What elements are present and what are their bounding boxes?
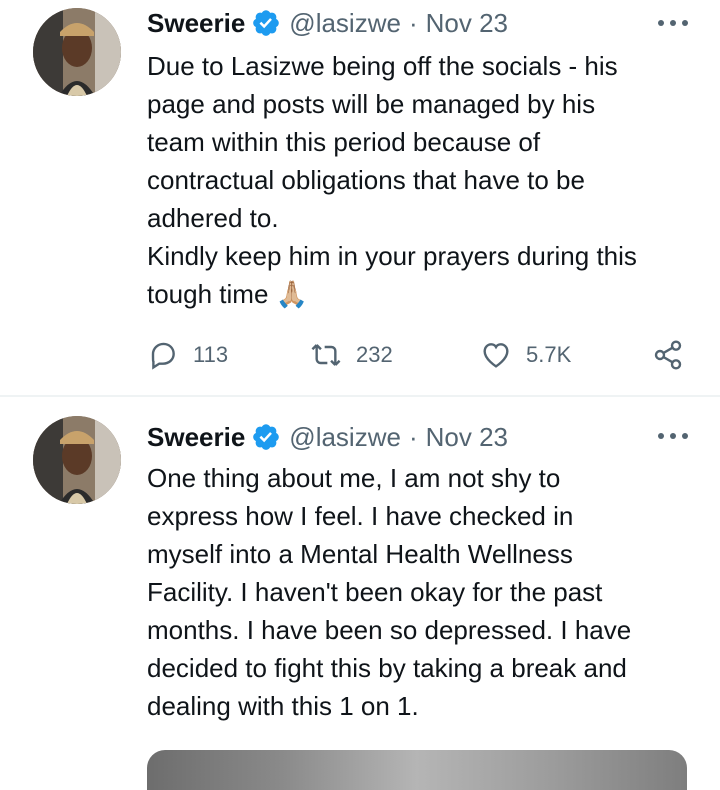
separator-dot: · <box>408 7 418 38</box>
display-name[interactable]: Sweerie <box>147 8 245 39</box>
more-horizontal-icon[interactable] <box>656 431 690 441</box>
reply-count: 113 <box>193 342 229 367</box>
tweet-1[interactable]: Sweerie @lasizwe · Nov 23 Due to Lasizwe… <box>0 0 720 396</box>
reply-button[interactable]: 113 <box>147 335 228 375</box>
share-icon <box>654 340 682 370</box>
tweet-date[interactable]: Nov 23 <box>426 422 508 453</box>
verified-badge-icon <box>253 424 280 450</box>
tweet-actions: 113 232 5.7K <box>147 335 692 375</box>
tweet-header: Sweerie @lasizwe · Nov 23 <box>147 6 508 40</box>
retweet-icon <box>311 344 341 366</box>
tweet-text: Due to Lasizwe being off the socials - h… <box>147 51 637 309</box>
handle[interactable]: @lasizwe <box>289 422 401 453</box>
retweet-count: 232 <box>356 342 393 367</box>
tweet-header: Sweerie @lasizwe · Nov 23 <box>147 420 508 454</box>
handle[interactable]: @lasizwe <box>289 8 401 39</box>
like-button[interactable]: 5.7K <box>480 335 571 375</box>
display-name[interactable]: Sweerie <box>147 422 245 453</box>
heart-icon <box>483 343 509 368</box>
tweet-text: One thing about me, I am not shy to expr… <box>147 463 632 721</box>
share-button[interactable] <box>652 335 698 375</box>
avatar[interactable] <box>33 416 121 504</box>
verified-badge-icon <box>253 10 280 36</box>
tweet-2[interactable]: Sweerie @lasizwe · Nov 23 One thing abou… <box>0 397 720 790</box>
tweet-media-image[interactable] <box>147 750 687 790</box>
avatar[interactable] <box>33 8 121 96</box>
retweet-button[interactable]: 232 <box>310 335 393 375</box>
tweet-date[interactable]: Nov 23 <box>426 8 508 39</box>
like-count: 5.7K <box>526 342 572 367</box>
separator-dot: · <box>408 421 418 452</box>
reply-icon <box>151 342 175 370</box>
more-horizontal-icon[interactable] <box>656 18 690 28</box>
